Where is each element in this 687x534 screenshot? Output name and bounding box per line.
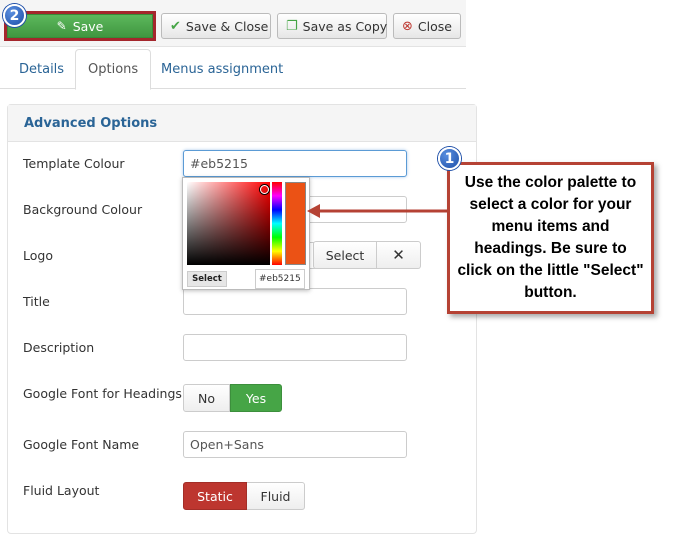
picker-hex-input[interactable]: #eb5215 xyxy=(255,269,305,289)
logo-label: Logo xyxy=(23,248,53,263)
fluid-layout-toggle: Static Fluid xyxy=(183,482,305,510)
save-close-label: Save & Close xyxy=(185,18,269,34)
picker-select-button[interactable]: Select xyxy=(187,271,227,287)
background-colour-label: Background Colour xyxy=(23,202,143,217)
close-label: Close xyxy=(417,18,452,34)
save-copy-button[interactable]: ❐ Save as Copy xyxy=(277,13,387,39)
tab-menus-assignment[interactable]: Menus assignment xyxy=(149,49,295,89)
save-copy-label: Save as Copy xyxy=(302,18,388,34)
step-badge-1: 1 xyxy=(438,147,461,170)
fluid-layout-label: Fluid Layout xyxy=(23,483,100,498)
google-font-name-input[interactable]: Open+Sans xyxy=(183,431,407,458)
clear-icon[interactable]: ✕ xyxy=(377,241,421,269)
step-badge-2: 2 xyxy=(3,4,26,27)
google-font-yes-button[interactable]: Yes xyxy=(230,384,282,412)
description-label: Description xyxy=(23,340,95,355)
color-cursor[interactable] xyxy=(260,185,269,194)
close-circle-icon: ⊗ xyxy=(402,18,413,34)
edit-icon: ✎ xyxy=(56,19,67,33)
instruction-callout: Use the color palette to select a color … xyxy=(447,162,654,314)
google-font-name-label: Google Font Name xyxy=(23,437,140,452)
description-input[interactable] xyxy=(183,334,407,361)
tab-options[interactable]: Options xyxy=(75,49,152,90)
saturation-value-area[interactable] xyxy=(187,182,270,265)
save-close-button[interactable]: ✔ Save & Close xyxy=(161,13,271,39)
template-colour-label: Template Colour xyxy=(23,156,125,171)
template-colour-input[interactable]: #eb5215 xyxy=(183,150,407,177)
google-font-no-button[interactable]: No xyxy=(183,384,230,412)
callout-arrow xyxy=(307,204,448,218)
google-font-headings-toggle: No Yes xyxy=(183,384,282,412)
logo-button-group: Select ✕ xyxy=(313,241,421,269)
logo-select-button[interactable]: Select xyxy=(313,241,377,269)
title-label: Title xyxy=(23,294,50,309)
current-color-swatch xyxy=(285,182,306,265)
fluid-layout-static-button[interactable]: Static xyxy=(183,482,247,510)
title-input[interactable] xyxy=(183,288,407,315)
save-label: Save xyxy=(72,18,104,34)
tab-bar: Details Options Menus assignment xyxy=(0,49,466,90)
tab-details[interactable]: Details xyxy=(7,49,76,89)
toolbar: ✎ Save ✔ Save & Close ❐ Save as Copy ⊗ C… xyxy=(0,0,466,47)
google-font-headings-label: Google Font for Headings xyxy=(23,386,182,401)
save-button-highlight: ✎ Save xyxy=(4,11,156,41)
panel-title: Advanced Options xyxy=(8,105,476,142)
hue-slider[interactable] xyxy=(272,182,282,265)
close-button[interactable]: ⊗ Close xyxy=(393,13,461,39)
copy-icon: ❐ xyxy=(286,18,298,34)
save-button[interactable]: ✎ Save xyxy=(7,14,153,38)
fluid-layout-fluid-button[interactable]: Fluid xyxy=(247,482,305,510)
check-icon: ✔ xyxy=(170,18,181,34)
color-picker: Select #eb5215 xyxy=(182,177,310,290)
